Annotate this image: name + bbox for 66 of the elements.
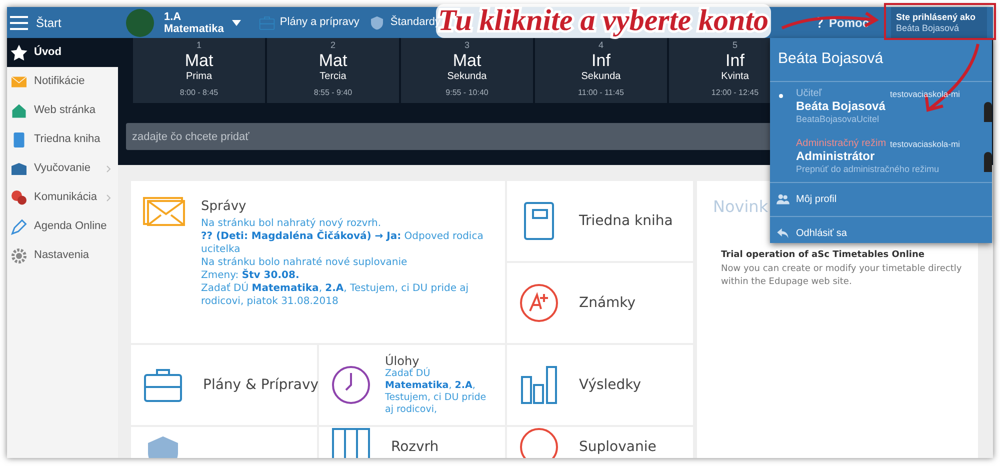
sidebar-item[interactable]: Web stránka [7, 96, 118, 125]
tile-card[interactable]: Plány & Prípravy [131, 345, 317, 425]
class-selector[interactable]: 1.A Matematika [164, 10, 241, 34]
account-role: Administračný režim [796, 138, 886, 150]
sidebar-item[interactable]: Agenda Online [7, 212, 118, 241]
tile-title: Suplovanie [579, 438, 656, 456]
tile-card[interactable]: Rozvrh [319, 427, 505, 458]
school-name: testovaciaskola-mi [890, 138, 960, 150]
class-avatar-icon [126, 8, 154, 36]
sidebar-item[interactable]: Komunikácia [7, 183, 118, 212]
lesson-card[interactable]: 2 Mat Tercia 8:55 - 9:40 [267, 38, 399, 103]
chat-icon [10, 188, 28, 206]
menu-icon[interactable] [10, 16, 28, 30]
tile-title: Triedna kniha [579, 212, 673, 230]
help-link[interactable]: Pomoc [816, 14, 869, 32]
lesson-card[interactable]: 4 Inf Sekunda 11:00 - 11:45 [535, 38, 667, 103]
caret-icon [232, 20, 241, 26]
help-icon [816, 17, 823, 28]
start-link[interactable]: Štart [36, 14, 126, 32]
news-title: Novink [713, 196, 768, 218]
grade-icon [519, 283, 559, 323]
account-subtitle: BeataBojasovaUcitel [796, 112, 880, 124]
news-item-text: Now you can create or modify your timetable directly within the Edupage web site. [721, 262, 962, 288]
menu-link[interactable]: Odhlásiť sa [770, 216, 992, 243]
shield-icon [369, 14, 386, 30]
tile-title: Rozvrh [391, 438, 439, 456]
settings-icon [10, 246, 28, 264]
tile-title: Úlohy [385, 354, 420, 368]
tile-card[interactable]: Známky [507, 263, 693, 343]
lesson-card[interactable]: 3 Mat Sekunda 9:55 - 10:40 [401, 38, 533, 103]
nav-link[interactable]: Plány a prípravy [258, 14, 360, 31]
message-link[interactable]: Zadať DÚ Matematika, 2.A, Testujem, ci DU pride aj rodicovi, piatok 31.08.2018 [201, 282, 493, 308]
tile-title: Známky [579, 294, 636, 312]
account-button[interactable]: Ste prihlásený ako Beáta Bojasová [891, 7, 987, 38]
tile-title: Výsledky [579, 376, 642, 394]
message-link[interactable]: Zmeny: Štv 30.08. [201, 268, 493, 282]
menu-title: Beáta Bojasová [770, 38, 992, 82]
clock-icon [331, 365, 371, 405]
tile-card[interactable]: Úlohy Zadať DÚ Matematika, 2.A, Testujem, ci DU pride aj rodicovi, [319, 345, 505, 425]
home-icon [10, 102, 28, 120]
sidebar-item[interactable]: Vyučovanie [7, 154, 118, 183]
grid-icon [331, 427, 371, 458]
pen-icon [10, 218, 28, 236]
sidebar-item[interactable]: Nastavenia [7, 241, 118, 270]
bar-chart-icon [519, 365, 559, 405]
reply-icon [776, 226, 790, 240]
tile-detail: Zadať DÚ Matematika, 2.A, Testujem, ci DU pride aj rodicovi, [385, 368, 488, 416]
tile-title: Plány & Prípravy [203, 376, 319, 394]
messages-card[interactable] [131, 181, 505, 343]
messages-title: Správy [201, 198, 248, 216]
sidebar-item[interactable]: Triedna kniha [7, 125, 118, 154]
tile-card[interactable]: Suplovanie [507, 427, 693, 458]
star-icon [10, 44, 28, 62]
lesson-card[interactable]: 1 Mat Prima 8:00 - 8:45 [133, 38, 265, 103]
sidebar-item[interactable]: Úvod [7, 38, 118, 67]
tile-card[interactable]: Výsledky [507, 345, 693, 425]
briefcase-icon [258, 14, 275, 30]
account-name: Administrátor [796, 150, 875, 162]
account-subtitle: Prepnúť do administračného režimu [796, 162, 939, 174]
message-link[interactable]: ?? (Deti: Magdaléna Čičáková) → Ja: Odpoved rodica ucitelka [201, 230, 493, 256]
news-item-title[interactable]: Trial operation of aSc Timetables Online [721, 249, 962, 262]
users-icon [776, 192, 790, 206]
menu-link[interactable]: Môj profil [770, 182, 992, 216]
tile-card[interactable]: Triedna kniha [507, 181, 693, 261]
envelope-icon [143, 197, 185, 227]
sidebar-item[interactable]: Notifikácie [7, 67, 118, 96]
